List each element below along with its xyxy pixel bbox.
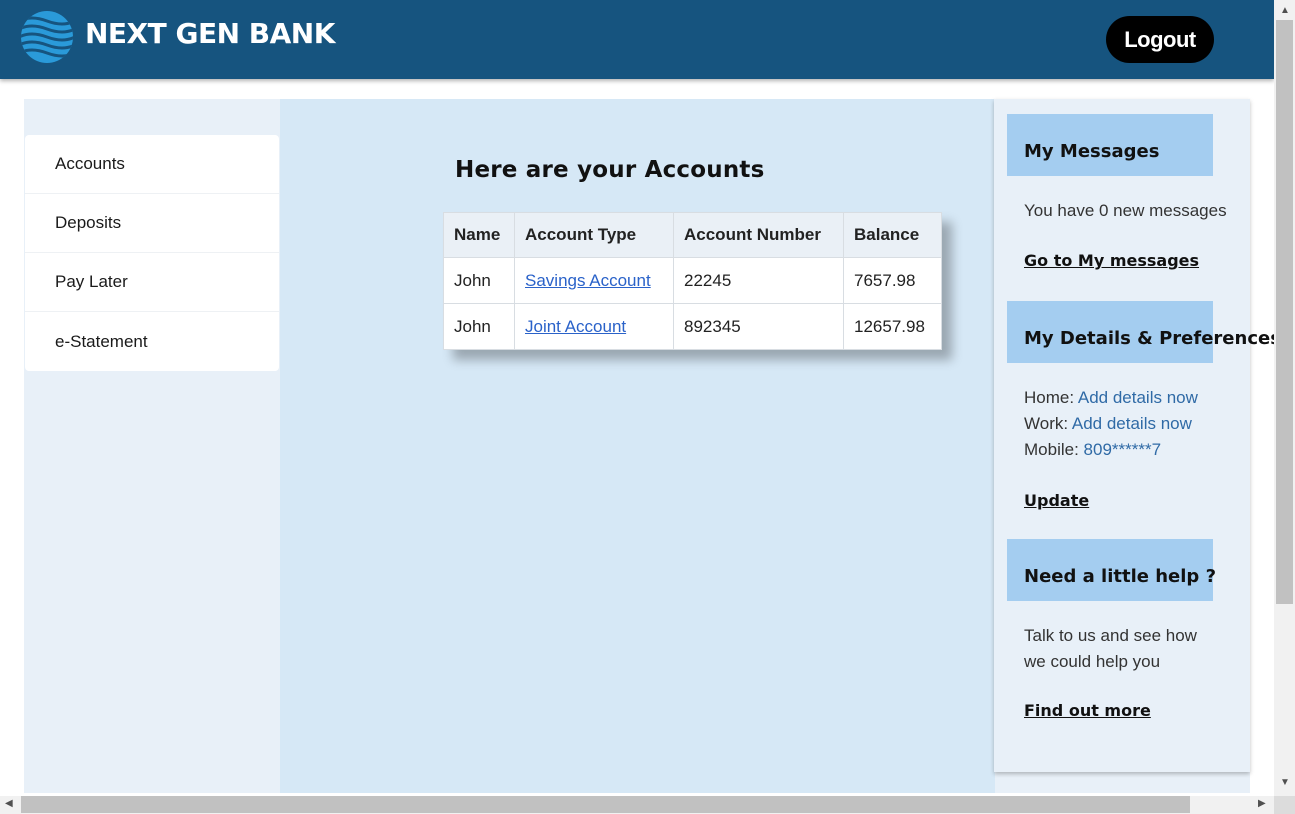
table-row: John Joint Account 892345 12657.98 xyxy=(443,303,942,350)
accounts-table: Name Account Type Account Number Balance… xyxy=(443,212,942,350)
scrollbar-corner xyxy=(1274,796,1295,814)
main-content: Here are your Accounts Name Account Type… xyxy=(280,99,995,793)
update-link[interactable]: Update xyxy=(1024,491,1089,510)
column-header-balance: Balance xyxy=(843,212,942,258)
find-out-more-link[interactable]: Find out more xyxy=(1024,701,1151,720)
cell-account-type: Savings Account xyxy=(514,257,674,304)
cell-account-number: 22245 xyxy=(673,257,844,304)
cell-name: John xyxy=(443,303,515,350)
vertical-scrollbar[interactable]: ▲ ▼ xyxy=(1274,0,1295,796)
home-add-details-link[interactable]: Add details now xyxy=(1078,388,1198,407)
scroll-down-arrow-icon[interactable]: ▼ xyxy=(1280,778,1290,788)
sidebar-item-deposits[interactable]: Deposits xyxy=(25,194,279,253)
sidebar-item-e-statement[interactable]: e-Statement xyxy=(25,312,279,371)
account-type-link[interactable]: Joint Account xyxy=(525,317,626,336)
column-header-name: Name xyxy=(443,212,515,258)
logout-button[interactable]: Logout xyxy=(1106,16,1214,63)
messages-heading: My Messages xyxy=(1007,114,1213,176)
cell-account-number: 892345 xyxy=(673,303,844,350)
cell-balance: 7657.98 xyxy=(843,257,942,304)
cell-balance: 12657.98 xyxy=(843,303,942,350)
help-text: Talk to us and see how we could help you xyxy=(1024,623,1197,675)
mobile-detail: Mobile: 809******7 xyxy=(1024,437,1198,463)
work-detail: Work: Add details now xyxy=(1024,411,1198,437)
help-heading: Need a little help ? xyxy=(1007,539,1216,601)
horizontal-scrollbar[interactable]: ◀ ▶ xyxy=(0,796,1274,814)
bank-logo-icon xyxy=(21,11,73,63)
sidebar-item-accounts[interactable]: Accounts xyxy=(25,135,279,194)
sidebar-item-pay-later[interactable]: Pay Later xyxy=(25,253,279,312)
cell-account-type: Joint Account xyxy=(514,303,674,350)
mobile-number[interactable]: 809******7 xyxy=(1084,440,1162,459)
brand-name: NEXT GEN BANK xyxy=(85,17,335,50)
mobile-label: Mobile: xyxy=(1024,440,1079,459)
help-text-line: we could help you xyxy=(1024,652,1161,671)
table-header-row: Name Account Type Account Number Balance xyxy=(443,212,942,258)
right-panel: My Messages You have 0 new messages Go t… xyxy=(994,99,1281,772)
scroll-up-arrow-icon[interactable]: ▲ xyxy=(1280,6,1290,16)
horizontal-scroll-thumb[interactable] xyxy=(21,796,1190,813)
home-detail: Home: Add details now xyxy=(1024,385,1198,411)
top-header: NEXT GEN BANK Logout xyxy=(0,0,1274,79)
details-list: Home: Add details now Work: Add details … xyxy=(1024,385,1198,463)
sidebar-menu: Accounts Deposits Pay Later e-Statement xyxy=(25,135,279,371)
page-title: Here are your Accounts xyxy=(455,157,765,183)
vertical-scroll-thumb[interactable] xyxy=(1276,20,1293,604)
help-text-line: Talk to us and see how xyxy=(1024,626,1197,645)
scroll-right-arrow-icon[interactable]: ▶ xyxy=(1258,799,1266,809)
account-type-link[interactable]: Savings Account xyxy=(525,271,651,290)
table-row: John Savings Account 22245 7657.98 xyxy=(443,257,942,304)
work-label: Work: xyxy=(1024,414,1069,433)
column-header-account-number: Account Number xyxy=(673,212,844,258)
column-header-account-type: Account Type xyxy=(514,212,674,258)
details-heading: My Details & Preferences xyxy=(1007,301,1281,363)
messages-text: You have 0 new messages xyxy=(1024,201,1227,220)
home-label: Home: xyxy=(1024,388,1075,407)
scroll-left-arrow-icon[interactable]: ◀ xyxy=(5,799,13,809)
work-add-details-link[interactable]: Add details now xyxy=(1072,414,1192,433)
go-to-messages-link[interactable]: Go to My messages xyxy=(1024,251,1199,270)
cell-name: John xyxy=(443,257,515,304)
